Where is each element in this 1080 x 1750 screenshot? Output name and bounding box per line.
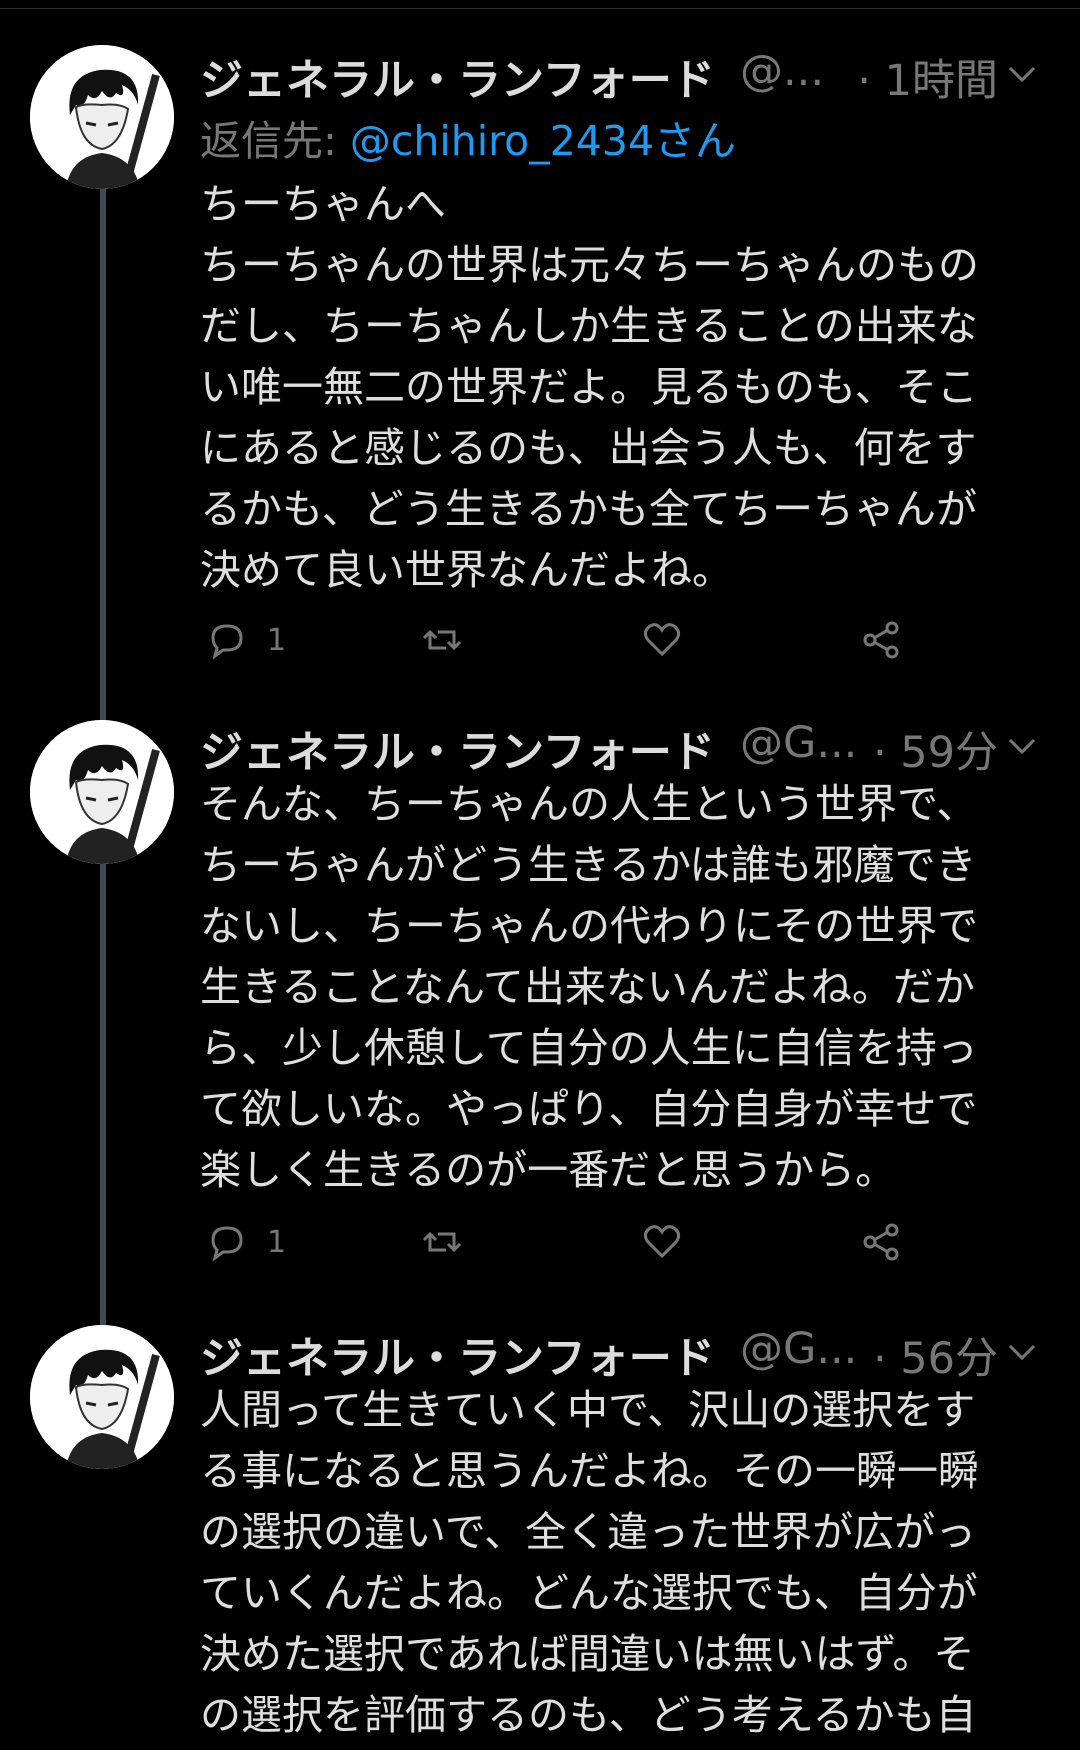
- tweet-text-line: ちーちゃんの世界は元々ちーちゃんのもの: [200, 241, 979, 289]
- tweet-text-line: ないし、ちーちゃんの代わりにその世界で: [200, 902, 979, 950]
- chevron-down-icon[interactable]: [1002, 730, 1042, 760]
- retweet-button[interactable]: [420, 1220, 482, 1264]
- heart-icon: [643, 1225, 681, 1259]
- share-icon: [863, 1223, 899, 1261]
- reply-icon: [211, 1226, 243, 1262]
- tweet-text-line: ていくんだよね。どんな選択でも、自分が: [200, 1569, 978, 1617]
- tweet[interactable]: ジェネラル・ランフォード @G... · 59分 そんな、ちーちゃんの人生という…: [200, 712, 1050, 1262]
- tweet[interactable]: ジェネラル・ランフォード @G... · 56分 人間って生きていく中で、沢山の…: [200, 1318, 1050, 1746]
- display-name[interactable]: ジェネラル・ランフォード: [200, 1324, 715, 1386]
- tweet-text-line: るかも、どう生きるかも全てちーちゃんが: [200, 485, 977, 533]
- tweet[interactable]: ジェネラル・ランフォード @... · 1時間 返信先: @chihiro_24…: [200, 40, 1050, 660]
- thread-line: [100, 175, 106, 725]
- share-button[interactable]: [860, 1220, 904, 1264]
- tweet-text-line: そんな、ちーちゃんの人生という世界で、: [200, 780, 978, 828]
- tweet-text-line: ら、少し休憩して自分の人生に自信を持っ: [200, 1024, 978, 1072]
- reply-count: 1: [267, 1224, 287, 1260]
- reply-mention-link[interactable]: @chihiro_2434さん: [350, 117, 736, 165]
- reply-to: 返信先: @chihiro_2434さん: [200, 108, 1050, 174]
- top-divider: [0, 0, 1080, 9]
- tweet-text-line: 楽しく生きるのが一番だと思うから。: [200, 1146, 897, 1194]
- timestamp[interactable]: · 1時間: [848, 46, 998, 108]
- chevron-down-icon[interactable]: [1002, 58, 1042, 88]
- tweet-text-line: 決めて良い世界なんだよね。: [200, 546, 733, 594]
- avatar[interactable]: [30, 1325, 174, 1469]
- share-button[interactable]: [860, 618, 904, 662]
- display-name[interactable]: ジェネラル・ランフォード: [200, 46, 715, 108]
- tweet-text-line: て欲しいな。やっぱり、自分自身が幸せで: [200, 1085, 978, 1133]
- heart-icon: [643, 623, 681, 657]
- user-handle[interactable]: @...: [740, 46, 824, 96]
- tweet-text-line: る事になると思うんだよね。その一瞬一瞬: [200, 1447, 979, 1495]
- like-button[interactable]: [640, 1220, 702, 1264]
- timestamp[interactable]: · 56分: [848, 1324, 998, 1386]
- tweet-text-line: にあると感じるのも、出会う人も、何をす: [200, 424, 977, 472]
- tweet-text-line: 生きることなんて出来ないんだよね。だか: [200, 963, 975, 1011]
- tweet-text-line: の選択を評価するのも、どう考えるかも自: [200, 1691, 977, 1739]
- avatar[interactable]: [30, 45, 174, 189]
- reply-to-label: 返信先:: [200, 117, 350, 165]
- tweet-text: ちーちゃんへ ちーちゃんの世界は元々ちーちゃんのもの だし、ちーちゃんしか生きる…: [200, 174, 1050, 601]
- avatar[interactable]: [30, 720, 174, 864]
- retweet-button[interactable]: [420, 618, 482, 662]
- reply-icon: [211, 624, 243, 660]
- tweet-text-line: 決めた選択であれば間違いは無いはず。そ: [200, 1630, 975, 1678]
- tweet-text: そんな、ちーちゃんの人生という世界で、 ちーちゃんがどう生きるかは誰も邪魔でき …: [200, 774, 1050, 1201]
- tweet-text-line: の選択の違いで、全く違った世界が広がっ: [200, 1508, 977, 1556]
- share-icon: [863, 621, 899, 659]
- reply-button[interactable]: 1: [205, 618, 286, 662]
- tweet-text-line: い唯一無二の世界だよ。見るものも、そこ: [200, 363, 978, 411]
- tweet-actions: 1: [200, 1220, 1050, 1280]
- like-button[interactable]: [640, 618, 702, 662]
- retweet-icon: [422, 629, 462, 651]
- user-handle[interactable]: @G...: [740, 1324, 857, 1374]
- chevron-down-icon[interactable]: [1002, 1336, 1042, 1366]
- tweet-text-line: だし、ちーちゃんしか生きることの出来な: [200, 302, 978, 350]
- user-handle[interactable]: @G...: [740, 718, 857, 768]
- retweet-icon: [422, 1231, 462, 1253]
- tweet-text: 人間って生きていく中で、沢山の選択をす る事になると思うんだよね。その一瞬一瞬 …: [200, 1380, 1050, 1746]
- tweet-actions: 1: [200, 618, 1050, 678]
- tweet-text-line: 人間って生きていく中で、沢山の選択をす: [200, 1386, 976, 1434]
- tweet-text-line: ちーちゃんへ: [200, 180, 446, 228]
- timestamp[interactable]: · 59分: [848, 718, 998, 780]
- tweet-text-line: ちーちゃんがどう生きるかは誰も邪魔でき: [200, 841, 977, 889]
- reply-count: 1: [267, 622, 287, 658]
- reply-button[interactable]: 1: [205, 1220, 286, 1264]
- display-name[interactable]: ジェネラル・ランフォード: [200, 718, 715, 780]
